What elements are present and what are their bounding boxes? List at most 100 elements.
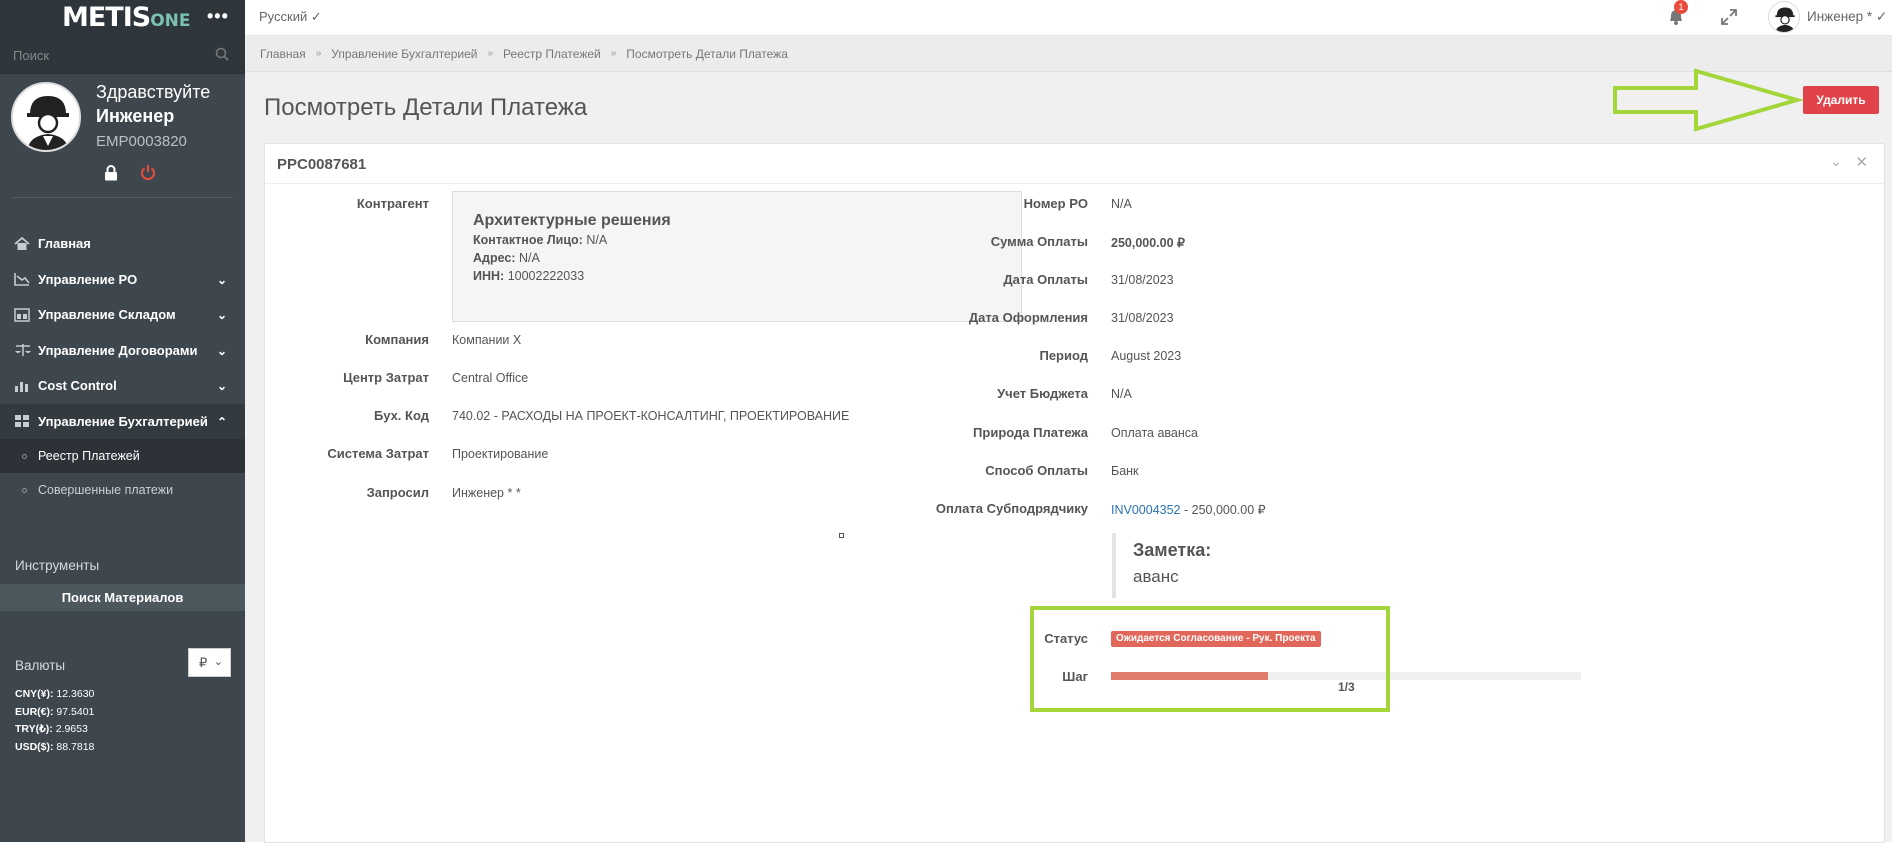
field-value: Банк bbox=[1111, 464, 1139, 478]
counterparty-label: Контрагент bbox=[356, 196, 429, 211]
engineer-avatar-icon bbox=[27, 96, 69, 150]
sidebar-search bbox=[0, 36, 245, 74]
currency-selected: ₽ bbox=[199, 655, 208, 670]
avatar[interactable] bbox=[1768, 1, 1800, 33]
power-icon[interactable] bbox=[140, 164, 156, 184]
fullscreen-icon[interactable] bbox=[1720, 8, 1738, 29]
employee-id: EMP0003820 bbox=[96, 133, 187, 150]
field-label: Дата Оформления bbox=[968, 310, 1088, 325]
field-value: 740.02 - РАСХОДЫ НА ПРОЕКТ-КОНСАЛТИНГ, П… bbox=[452, 409, 850, 423]
note-block: Заметка: аванс bbox=[1112, 533, 1632, 598]
page-title: Посмотреть Детали Платежа bbox=[264, 94, 588, 121]
breadcrumb-separator-icon: » bbox=[315, 48, 322, 59]
annotation-arrow-icon bbox=[1613, 68, 1805, 132]
counterparty-address: Адрес: N/A bbox=[473, 251, 540, 265]
chart-icon bbox=[14, 271, 32, 287]
field-value: Оплата аванса bbox=[1111, 426, 1198, 440]
sidebar-item-label: Управление Складом bbox=[38, 307, 176, 323]
field-label: Сумма Оплаты bbox=[990, 234, 1088, 249]
collapse-icon[interactable]: ⌄ bbox=[1830, 153, 1842, 170]
material-search-button[interactable]: Поиск Материалов bbox=[0, 584, 245, 611]
bar-chart-icon bbox=[14, 378, 32, 394]
sidebar-subitem-label: Реестр Платежей bbox=[38, 449, 140, 463]
field-value: N/A bbox=[1111, 197, 1132, 211]
close-icon[interactable]: ✕ bbox=[1855, 153, 1868, 171]
field-label: Компания bbox=[365, 332, 429, 347]
field-value: August 2023 bbox=[1111, 349, 1182, 363]
currency-rates: CNY(¥): 12.3630 EUR(€): 97.5401 TRY(₺): … bbox=[15, 686, 94, 756]
tools-title: Инструменты bbox=[15, 558, 100, 573]
sidebar-subitem-label: Совершенные платежи bbox=[38, 483, 174, 497]
highlight-box bbox=[1030, 606, 1390, 712]
user-menu[interactable]: Инженер * ✓ bbox=[1807, 9, 1887, 25]
field-value: Проектирование bbox=[452, 447, 549, 461]
search-input[interactable] bbox=[0, 36, 245, 74]
field-label: Центр Затрат bbox=[343, 370, 429, 385]
field-value: 31/08/2023 bbox=[1111, 311, 1174, 325]
app-logo[interactable]: METISONE bbox=[62, 2, 191, 33]
search-icon[interactable] bbox=[215, 47, 229, 64]
sidebar-item-label: Управление PO bbox=[38, 271, 138, 287]
user-name: Инженер bbox=[96, 106, 175, 126]
field-value: 250,000.00 ₽ bbox=[1111, 236, 1185, 250]
invoice-link[interactable]: INV0004352 bbox=[1111, 503, 1181, 517]
field-label: Номер PO bbox=[1023, 196, 1088, 211]
sidebar-header: METISONE ••• bbox=[0, 0, 245, 36]
breadcrumb-current: Посмотреть Детали Платежа bbox=[626, 46, 788, 61]
scale-icon bbox=[14, 342, 32, 358]
bullet-icon bbox=[22, 487, 27, 493]
breadcrumb-separator-icon: » bbox=[610, 48, 617, 59]
counterparty-name: Архитектурные решения bbox=[473, 212, 671, 229]
field-value: Central Office bbox=[452, 371, 529, 385]
breadcrumb-separator-icon: » bbox=[487, 48, 494, 59]
rate-row: EUR(€): 97.5401 bbox=[15, 705, 95, 718]
rate-row: USD($): 88.7818 bbox=[15, 740, 95, 753]
panel-header: PPC0087681 ⌄ ✕ bbox=[265, 144, 1884, 184]
home-icon bbox=[14, 236, 32, 252]
field-label: Дата Оплаты bbox=[1003, 272, 1088, 287]
subcontractor-value: INV0004352 - 250,000.00 ₽ bbox=[1111, 503, 1266, 517]
delete-button[interactable]: Удалить bbox=[1803, 86, 1879, 114]
breadcrumb-item[interactable]: Управление Бухгалтерией bbox=[331, 47, 477, 61]
chevron-down-icon: ⌄ bbox=[216, 308, 227, 322]
payment-id: PPC0087681 bbox=[277, 156, 367, 173]
rate-row: TRY(₺): 2.9653 bbox=[15, 723, 88, 735]
main-content: Посмотреть Детали Платежа Удалить PPC008… bbox=[245, 68, 1892, 843]
top-bar: Русский ✓ 1 Инженер * ✓ bbox=[245, 0, 1892, 36]
subcontractor-label: Оплата Субподрядчику bbox=[935, 501, 1088, 516]
warehouse-icon bbox=[14, 307, 32, 323]
field-value: N/A bbox=[1111, 387, 1132, 401]
engineer-avatar-icon bbox=[1775, 7, 1795, 32]
counterparty-contact: Контактное Лицо: N/A bbox=[473, 233, 608, 247]
currency-select[interactable]: ₽ ⌄ bbox=[188, 648, 231, 677]
field-label: Учет Бюджета bbox=[997, 386, 1088, 401]
field-value: 31/08/2023 bbox=[1111, 273, 1174, 287]
breadcrumb-item[interactable]: Реестр Платежей bbox=[503, 47, 601, 61]
divider bbox=[12, 197, 233, 198]
field-label: Запросил bbox=[366, 485, 429, 500]
chevron-down-icon: ⌄ bbox=[213, 656, 223, 668]
note-title: Заметка: bbox=[1133, 540, 1212, 560]
sidebar-item-home[interactable]: Главная bbox=[0, 226, 245, 262]
lock-icon[interactable] bbox=[104, 165, 118, 184]
sidebar-item-label: Главная bbox=[38, 236, 91, 252]
language-selector[interactable]: Русский ✓ bbox=[259, 9, 322, 25]
grid-icon bbox=[14, 413, 32, 429]
notification-badge: 1 bbox=[1674, 0, 1688, 14]
menu-dots-icon[interactable]: ••• bbox=[207, 6, 229, 27]
bullet-icon bbox=[22, 453, 27, 459]
counterparty-inn: ИНН: 10002222033 bbox=[473, 269, 585, 283]
marker-icon bbox=[839, 533, 844, 538]
sidebar-item-po[interactable]: Управление PO ⌄ bbox=[0, 262, 245, 298]
chevron-down-icon: ⌄ bbox=[216, 272, 227, 287]
field-value: Инженер * * bbox=[452, 486, 521, 500]
greeting: Здравствуйте bbox=[96, 82, 211, 102]
sidebar-nav: Главная Управление PO ⌄ Управление Склад… bbox=[0, 226, 245, 507]
sidebar-item-label: Управление Бухгалтерией bbox=[38, 413, 208, 429]
note-text: аванс bbox=[1133, 567, 1179, 586]
breadcrumb-item[interactable]: Главная bbox=[260, 47, 306, 61]
sidebar-item-label: Cost Control bbox=[38, 378, 117, 394]
field-label: Бух. Код bbox=[374, 408, 429, 423]
field-label: Система Затрат bbox=[327, 446, 429, 461]
sidebar-item-warehouse[interactable]: Управление Складом ⌄ bbox=[0, 297, 245, 333]
